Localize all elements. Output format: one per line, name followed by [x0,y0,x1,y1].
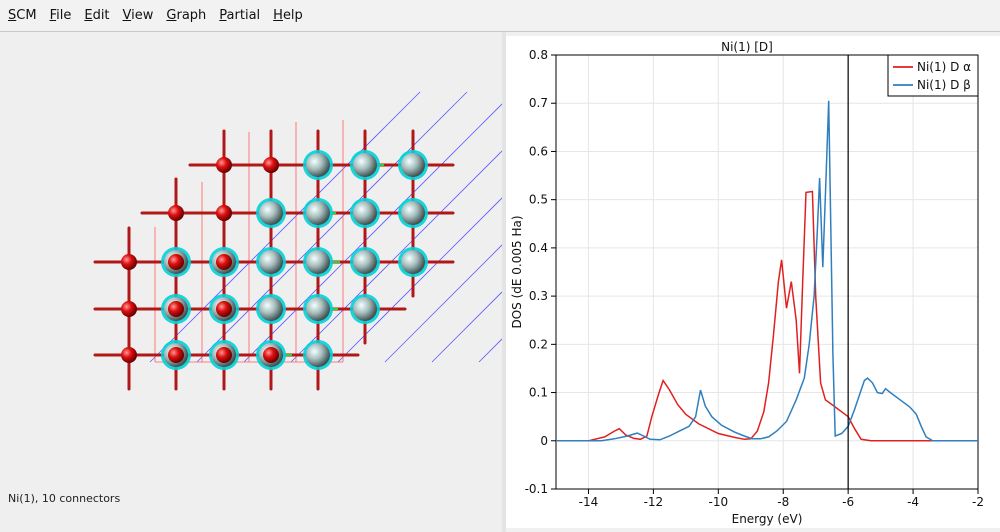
menu-view[interactable]: View [116,0,160,31]
x-tick-label: -8 [777,495,789,509]
menu-scm-label: CM [16,8,37,23]
oxygen-atom [168,254,184,270]
menu-help[interactable]: Help [266,0,309,31]
menu-partial-mnemonic: P [219,8,227,23]
y-tick-label: 0 [540,434,548,448]
y-tick-label: 0.7 [529,96,548,110]
y-axis-label: DOS (dE 0.005 Ha) [510,215,524,328]
menu-edit[interactable]: Edit [77,0,115,31]
y-tick-label: -0.1 [525,482,548,496]
x-tick-label: -4 [907,495,919,509]
oxygen-atom [216,347,232,363]
molecule-pane[interactable]: Ni(1), 10 connectors [0,32,502,532]
menu-graph[interactable]: Graph [159,0,212,31]
dos-plot-pane[interactable]: -14 -12 -10 -8 -6 -4 -2 -0.1 0 0.1 0.2 0.3 0.4 0.5 0.6… [506,36,1000,528]
legend-label-1: Ni(1) D α [917,60,971,74]
oxygen-atom [216,205,232,221]
x-tick-label: -14 [579,495,599,509]
y-tick-label: 0.6 [529,144,548,158]
x-tick-label: -2 [972,495,984,509]
oxygen-atom [121,347,137,363]
menu-edit-label: dit [92,8,110,23]
oxygen-atom [216,301,232,317]
menu-file[interactable]: File [43,0,78,31]
menu-graph-label: raph [176,8,207,23]
menu-edit-mnemonic: E [84,8,93,23]
y-tick-label: 0.2 [529,337,548,351]
menu-view-label: iew [131,8,154,23]
x-tick-label: -12 [644,495,664,509]
plot-background [506,36,1000,528]
oxygen-atom [121,301,137,317]
menu-partial[interactable]: Partial [212,0,266,31]
menu-help-label: elp [282,8,303,23]
legend: Ni(1) D α Ni(1) D β [887,54,979,97]
oxygen-atom [121,254,137,270]
menu-view-mnemonic: V [122,8,132,23]
selection-status: Ni(1), 10 connectors [8,492,121,505]
menu-file-label: ile [56,8,72,23]
y-tick-label: 0.1 [529,386,548,400]
menu-bar: SCM File Edit View Graph Partial Help [0,0,1000,32]
oxygen-atom [168,301,184,317]
chart-title: Ni(1) [D] [721,40,773,54]
y-tick-label: 0.8 [529,48,548,62]
menu-scm[interactable]: SCM [1,0,43,31]
oxygen-atom [263,347,279,363]
legend-label-2: Ni(1) D β [917,78,971,92]
y-tick-label: 0.4 [529,241,548,255]
x-axis-label: Energy (eV) [732,512,803,526]
oxygen-atom [168,347,184,363]
oxygen-atom [263,157,279,173]
x-tick-label: -6 [842,495,854,509]
oxygen-atom [168,205,184,221]
oxygen-atom [216,254,232,270]
dos-chart[interactable]: -14 -12 -10 -8 -6 -4 -2 -0.1 0 0.1 0.2 0.3 0.4 0.5 0.6… [506,36,1000,528]
y-tick-label: 0.3 [529,289,548,303]
y-tick-label: 0.5 [529,193,548,207]
menu-partial-label: artial [226,8,261,23]
molecule-view[interactable] [0,32,502,492]
x-tick-label: -10 [709,495,729,509]
menu-help-mnemonic: H [273,8,283,23]
menu-graph-mnemonic: G [166,8,177,23]
oxygen-atom [216,157,232,173]
